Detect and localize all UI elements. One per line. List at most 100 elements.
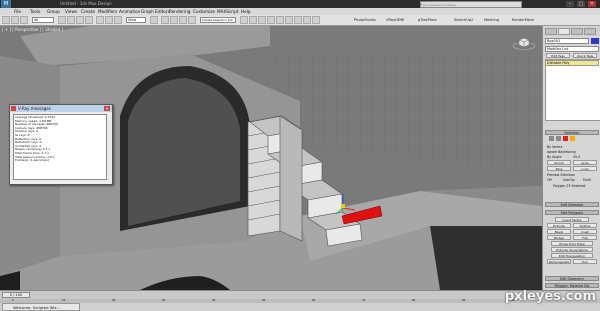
coordinate-system-dropdown[interactable]: View — [126, 17, 146, 23]
quick-tags-button[interactable]: Quick Tags — [573, 53, 597, 58]
edge-mode-icon[interactable] — [556, 136, 561, 141]
undo-icon[interactable] — [2, 16, 10, 24]
menu-create[interactable]: Create — [81, 8, 95, 15]
element-mode-icon[interactable] — [570, 136, 575, 141]
toolbar-label-sketchup2[interactable]: SketchUp2 — [454, 17, 473, 23]
tab-hierarchy-icon[interactable] — [571, 28, 583, 35]
bridge-button[interactable]: Bridge — [547, 235, 571, 240]
extrude-along-spline-button[interactable]: Extrude Along Spline — [551, 247, 593, 252]
by-angle-checkbox[interactable]: By Angle: — [547, 155, 562, 159]
material-editor-icon[interactable] — [285, 16, 293, 24]
tab-motion-icon[interactable] — [584, 28, 596, 35]
curve-editor-icon[interactable] — [267, 16, 275, 24]
rollout-edit-geometry[interactable]: Edit Geometry — [545, 276, 599, 281]
inset-button[interactable]: Inset — [573, 229, 597, 234]
by-vertex-checkbox[interactable]: By Vertex — [547, 145, 562, 149]
menu-tools[interactable]: Tools — [30, 8, 40, 15]
menu-animation[interactable]: Animation — [119, 8, 140, 15]
maxscript-listener-button[interactable]: Welcome, Scripted Wiz... — [2, 303, 80, 311]
outline-button[interactable]: Outline — [573, 223, 597, 228]
preview-subobj-radio[interactable]: SubObj — [563, 178, 575, 182]
move-icon[interactable] — [96, 16, 104, 24]
selection-filter-dropdown[interactable]: All — [32, 17, 54, 23]
rollout-selection[interactable]: Selection — [545, 130, 599, 135]
render-setup-icon[interactable] — [294, 16, 302, 24]
ignore-backfacing-checkbox[interactable]: Ignore Backfacing — [547, 150, 576, 154]
object-color-swatch[interactable] — [591, 38, 599, 44]
mirror-icon[interactable] — [240, 16, 248, 24]
flip-button[interactable]: Flip — [573, 235, 597, 240]
rollout-soft-selection[interactable]: Soft Selection — [545, 202, 599, 207]
tab-modify-icon[interactable] — [558, 28, 570, 35]
menu-rendering[interactable]: Rendering — [169, 8, 190, 15]
preview-off-radio[interactable]: Off — [547, 178, 552, 182]
grow-button[interactable]: Grow — [573, 160, 597, 165]
scale-icon[interactable] — [114, 16, 122, 24]
rollout-edit-polygons[interactable]: Edit Polygons — [545, 210, 599, 215]
vertex-mode-icon[interactable] — [549, 136, 554, 141]
object-name-field[interactable]: Box001 — [545, 38, 589, 44]
menu-file[interactable]: File — [14, 8, 21, 15]
menu-maxscript[interactable]: MAXScript — [217, 8, 239, 15]
rotate-icon[interactable] — [105, 16, 113, 24]
angle-snap-icon[interactable] — [170, 16, 178, 24]
angle-value-field[interactable]: 45.0 — [573, 155, 580, 159]
vray-close-button[interactable]: ✕ — [104, 106, 110, 111]
tab-create-icon[interactable] — [545, 28, 557, 35]
named-selection-dropdown[interactable]: Create Selection Set — [200, 17, 236, 23]
window-crossing-icon[interactable] — [85, 16, 93, 24]
pivot-center-icon[interactable] — [150, 16, 158, 24]
help-search-input[interactable] — [420, 1, 522, 8]
viewport-label[interactable]: [ + ] [ Perspective ] [ Shaded ] — [2, 27, 63, 32]
percent-snap-icon[interactable] — [179, 16, 187, 24]
stack-item-editable-poly[interactable]: Editable Poly — [545, 60, 599, 66]
ring-button[interactable]: Ring — [547, 166, 571, 171]
spinner-snap-icon[interactable] — [188, 16, 196, 24]
vray-dialog-titlebar[interactable]: V-Ray messages ✕ — [10, 105, 112, 112]
menu-group[interactable]: Group — [47, 8, 60, 15]
rollout-polygon-material[interactable]: Polygon: Material IDs — [545, 283, 599, 288]
menu-help[interactable]: Help — [241, 8, 251, 15]
extrude-button[interactable]: Extrude — [547, 223, 571, 228]
menu-graph-editors[interactable]: Graph Editors — [141, 8, 170, 15]
schematic-view-icon[interactable] — [276, 16, 284, 24]
close-button[interactable]: ✕ — [588, 1, 596, 7]
link-icon[interactable] — [20, 16, 28, 24]
maximize-button[interactable]: □ — [577, 1, 585, 7]
redo-icon[interactable] — [11, 16, 19, 24]
layer-manager-icon[interactable] — [258, 16, 266, 24]
snap-toggle-icon[interactable] — [161, 16, 169, 24]
menu-modifiers[interactable]: Modifiers — [98, 8, 117, 15]
align-icon[interactable] — [249, 16, 257, 24]
toolbar-label-gtreeplant[interactable]: gTreePlant — [418, 17, 437, 23]
shrink-button[interactable]: Shrink — [547, 160, 571, 165]
retriangulate-button[interactable]: Retriangulate — [547, 259, 571, 264]
vray-log-text[interactable]: Average faces/leaf: 0.7023 Memory usage:… — [13, 114, 107, 180]
render-teapot-icon[interactable] — [312, 16, 320, 24]
render-frame-icon[interactable] — [303, 16, 311, 24]
modifier-stack[interactable] — [545, 59, 600, 121]
insert-vertex-button[interactable]: Insert Vertex — [555, 217, 589, 222]
polygon-mode-icon[interactable] — [563, 136, 568, 141]
toolbar-label-meshing[interactable]: Meshing — [484, 17, 499, 23]
toolbar-label-rendermesh[interactable]: RenderMesh — [512, 17, 534, 23]
select-by-name-icon[interactable] — [67, 16, 75, 24]
vray-messages-dialog[interactable]: V-Ray messages ✕ Average faces/leaf: 0.7… — [9, 104, 113, 185]
time-slider[interactable]: 0 / 100 — [2, 292, 30, 298]
select-object-icon[interactable] — [58, 16, 66, 24]
bevel-button[interactable]: Bevel — [547, 229, 571, 234]
edit-triangulation-button[interactable]: Edit Triangulation — [551, 253, 593, 258]
minimize-button[interactable]: – — [566, 1, 574, 7]
turn-button[interactable]: Turn — [573, 259, 597, 264]
viewcube-icon[interactable] — [512, 34, 536, 50]
hinge-from-edge-button[interactable]: Hinge From Edge — [551, 241, 593, 246]
preview-multi-radio[interactable]: Multi — [583, 178, 591, 182]
rect-selection-icon[interactable] — [76, 16, 84, 24]
toolbar-label-photostudio[interactable]: PhotoStudio — [354, 17, 376, 23]
menu-customize[interactable]: Customize — [193, 8, 215, 15]
edit-tags-button[interactable]: Edit Tags — [546, 53, 570, 58]
loop-button[interactable]: Loop — [573, 166, 597, 171]
menu-views[interactable]: Views — [65, 8, 77, 15]
modifier-list-dropdown[interactable]: Modifier List — [545, 46, 599, 52]
app-logo-icon[interactable]: M — [1, 0, 11, 8]
